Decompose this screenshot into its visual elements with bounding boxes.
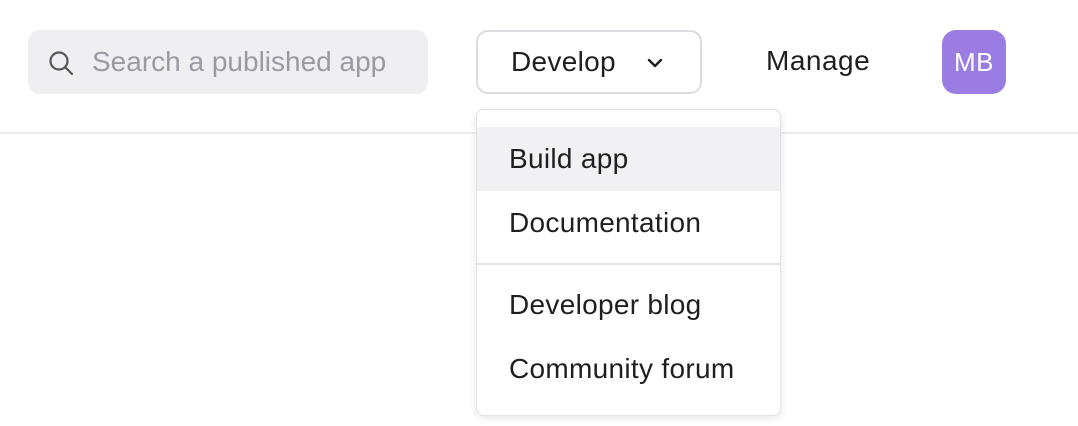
search-box[interactable] bbox=[28, 30, 428, 94]
menu-item-developer-blog[interactable]: Developer blog bbox=[477, 273, 780, 337]
menu-item-documentation[interactable]: Documentation bbox=[477, 191, 780, 255]
develop-dropdown-menu: Build app Documentation Developer blog C… bbox=[476, 109, 781, 416]
menu-item-build-app[interactable]: Build app bbox=[477, 127, 780, 191]
manage-link[interactable]: Manage bbox=[766, 44, 870, 78]
search-icon bbox=[49, 51, 74, 76]
menu-item-community-forum[interactable]: Community forum bbox=[477, 337, 780, 401]
user-avatar[interactable]: MB bbox=[942, 30, 1006, 94]
develop-button-label: Develop bbox=[511, 46, 616, 77]
chevron-down-icon bbox=[647, 58, 663, 68]
develop-dropdown-button[interactable]: Develop bbox=[476, 30, 702, 94]
search-input[interactable] bbox=[92, 30, 422, 94]
menu-divider bbox=[477, 263, 780, 265]
